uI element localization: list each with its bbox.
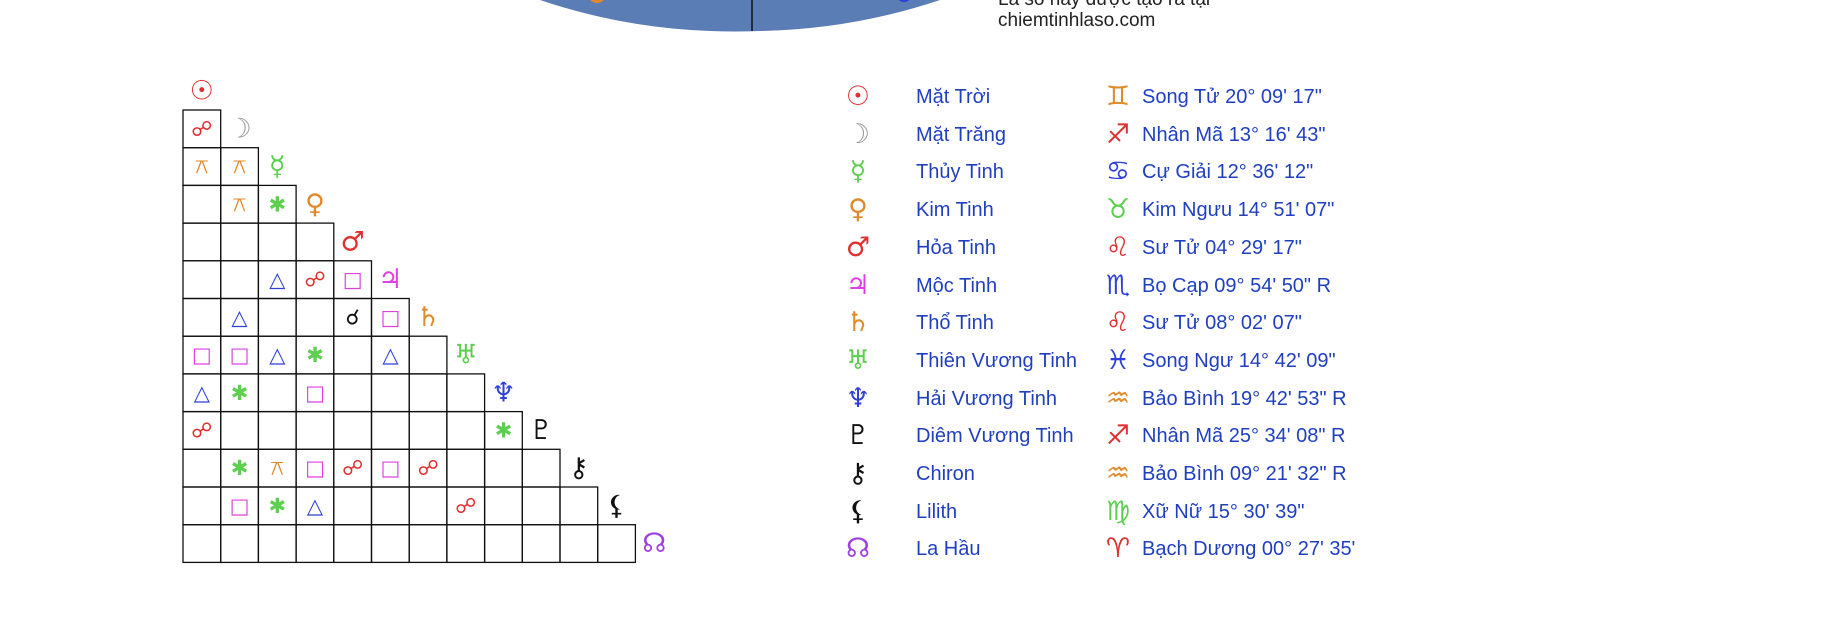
zodiac-sign-icon: ♊: [1105, 81, 1131, 112]
planet-position: Song Ngư 14° 42' 09": [1142, 349, 1336, 372]
planet-legend: ☉ Mặt Trời ♊ Song Tử 20° 09' 17" ☽ Mặt Trăng ♐…: [0, 0, 1841, 629]
planet-position: Kim Ngưu 14° 51' 07": [1142, 199, 1335, 222]
planet-position: Nhân Mã 25° 34' 08" R: [1142, 425, 1346, 448]
planet-position: Bảo Bình 19° 42' 53" R: [1142, 387, 1347, 410]
zodiac-sign-icon: ♐: [1105, 118, 1131, 150]
planet-name: Thủy Tinh: [916, 161, 1004, 184]
legend-row-node: ☊ La Hầu ♈ Bạch Dương 00° 27' 35': [0, 531, 1841, 567]
legend-row-mars: ♂ Hỏa Tinh ♌ Sư Tử 04° 29' 17": [0, 230, 1841, 266]
planet-name: Thổ Tinh: [916, 312, 994, 335]
mars-icon: ♂: [845, 231, 871, 263]
planet-name: Kim Tinh: [916, 199, 994, 222]
planet-name: Chiron: [916, 463, 975, 485]
planet-name: Mặt Trăng: [916, 123, 1007, 146]
planet-name: Lilith: [916, 500, 958, 523]
pluto-icon: ♇: [845, 420, 871, 452]
planet-position: Nhân Mã 13° 16' 43": [1142, 123, 1326, 146]
planet-name: Thiên Vương Tinh: [916, 349, 1078, 372]
legend-row-neptune: ♆ Hải Vương Tinh ♒ Bảo Bình 19° 42' 53" R: [0, 381, 1841, 417]
zodiac-sign-icon: ♍: [1105, 495, 1131, 527]
zodiac-sign-icon: ♐: [1105, 420, 1131, 452]
legend-row-chiron: ⚷ Chiron ♒ Bảo Bình 09° 21' 32" R: [0, 456, 1841, 492]
planet-name: Hải Vương Tinh: [916, 387, 1058, 410]
neptune-icon: ♆: [845, 382, 871, 414]
zodiac-sign-icon: ♈: [1105, 533, 1131, 565]
planet-position: Bạch Dương 00° 27' 35': [1142, 538, 1356, 561]
legend-row-moon: ☽ Mặt Trăng ♐ Nhân Mã 13° 16' 43": [0, 117, 1841, 153]
saturn-icon: ♄: [845, 307, 871, 339]
venus-icon: ♀: [848, 194, 868, 226]
north-node-icon: ☊: [846, 533, 870, 565]
planet-position: Sư Tử 08° 02' 07": [1142, 312, 1302, 335]
legend-row-saturn: ♄ Thổ Tinh ♌ Sư Tử 08° 02' 07": [0, 305, 1841, 341]
zodiac-sign-icon: ♌: [1105, 307, 1131, 339]
zodiac-sign-icon: ♏: [1105, 269, 1131, 301]
moon-icon: ☽: [845, 118, 871, 150]
planet-name: Mộc Tinh: [916, 274, 998, 297]
zodiac-sign-icon: ♓: [1105, 344, 1131, 376]
planet-name: La Hầu: [916, 538, 981, 561]
mercury-icon: ☿: [849, 156, 867, 188]
planet-name: Hỏa Tinh: [916, 236, 997, 259]
planet-position: Song Tử 20° 09' 17": [1142, 86, 1322, 108]
planet-name: Mặt Trời: [916, 86, 991, 108]
legend-row-mercury: ☿ Thủy Tinh ♋ Cự Giải 12° 36' 12": [0, 154, 1841, 190]
legend-row-sun: ☉ Mặt Trời ♊ Song Tử 20° 09' 17": [0, 79, 1841, 115]
zodiac-sign-icon: ♋: [1105, 156, 1131, 188]
legend-row-lilith: ⚸ Lilith ♍ Xữ Nữ 15° 30' 39": [0, 494, 1841, 530]
jupiter-icon: ♃: [845, 269, 871, 301]
planet-position: Bảo Bình 09° 21' 32" R: [1142, 463, 1347, 485]
zodiac-sign-icon: ♌: [1105, 231, 1131, 263]
legend-row-jupiter: ♃ Mộc Tinh ♏ Bọ Cạp 09° 54' 50" R: [0, 268, 1841, 304]
chiron-icon: ⚷: [848, 458, 868, 489]
zodiac-sign-icon: ♒: [1105, 458, 1131, 489]
legend-row-venus: ♀ Kim Tinh ♉ Kim Ngưu 14° 51' 07": [0, 192, 1841, 228]
uranus-icon: ♅: [845, 344, 871, 376]
planet-position: Bọ Cạp 09° 54' 50" R: [1142, 274, 1332, 297]
legend-row-pluto: ♇ Diêm Vương Tinh ♐ Nhân Mã 25° 34' 08" R: [0, 418, 1841, 454]
zodiac-sign-icon: ♒: [1105, 382, 1131, 414]
planet-position: Xữ Nữ 15° 30' 39": [1142, 500, 1305, 523]
planet-name: Diêm Vương Tinh: [916, 425, 1074, 448]
planet-position: Sư Tử 04° 29' 17": [1142, 236, 1302, 259]
zodiac-sign-icon: ♉: [1105, 194, 1131, 226]
lilith-icon: ⚸: [848, 495, 868, 527]
planet-position: Cự Giải 12° 36' 12": [1142, 161, 1314, 184]
sun-icon: ☉: [845, 81, 871, 112]
legend-row-uranus: ♅ Thiên Vương Tinh ♓ Song Ngư 14° 42' 09": [0, 343, 1841, 379]
